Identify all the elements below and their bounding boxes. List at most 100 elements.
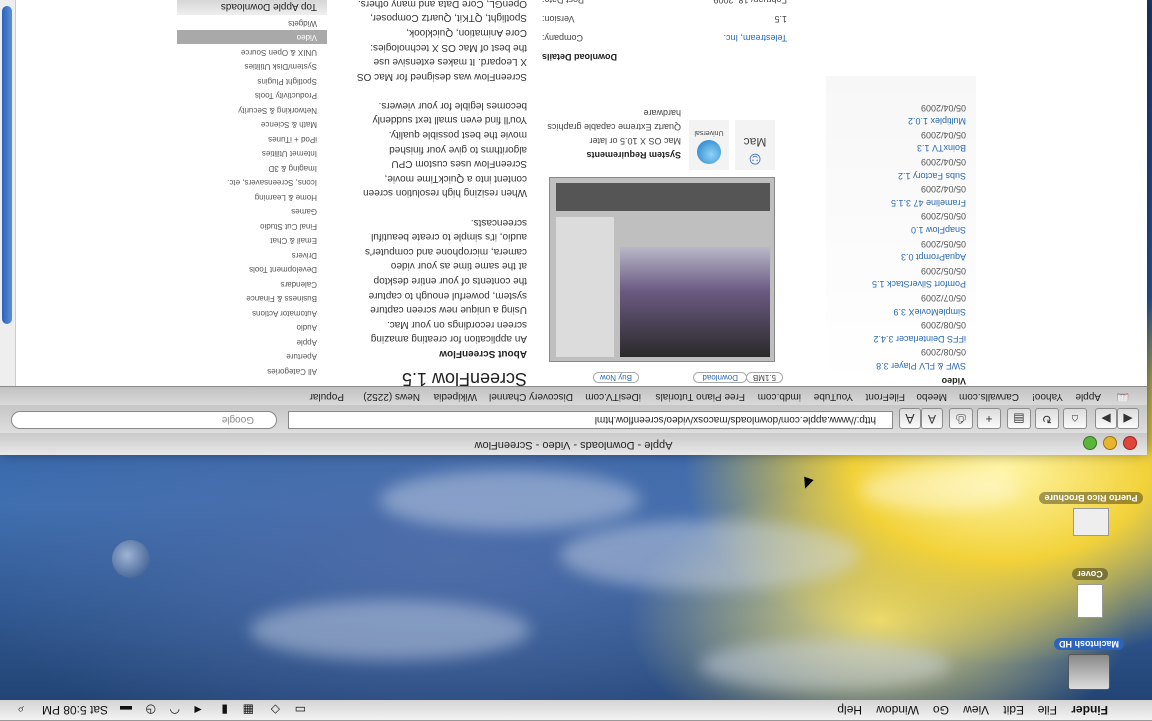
category-item[interactable]: Apple xyxy=(177,335,327,350)
menu-item[interactable]: File xyxy=(1038,703,1057,717)
category-item[interactable]: Aperture xyxy=(177,349,327,364)
news-title[interactable]: SimpleMovieX 3.9 xyxy=(826,304,966,318)
download-button[interactable]: Download xyxy=(693,372,747,383)
wifi-icon[interactable]: ◠ xyxy=(170,703,180,717)
bookmark-item[interactable]: Apple xyxy=(1075,391,1101,402)
news-title[interactable]: Multiplex 1.0.2 xyxy=(826,114,966,128)
category-item[interactable]: iPod + iTunes xyxy=(177,132,327,147)
bookmark-item[interactable]: Popular xyxy=(310,391,344,402)
volume-icon[interactable]: ◄ xyxy=(192,703,204,717)
news-title[interactable]: SnapFlow 1.0 xyxy=(826,222,966,236)
forward-button[interactable]: ▶ xyxy=(1095,408,1117,429)
bookmark-item[interactable]: imdb.com xyxy=(758,391,801,402)
category-item[interactable]: Development Tools xyxy=(177,262,327,277)
back-button[interactable]: ◀ xyxy=(1117,408,1139,429)
screenshot-icon[interactable]: ▤ xyxy=(1007,408,1031,429)
category-item[interactable]: Email & Chat xyxy=(177,233,327,248)
vertical-scrollbar[interactable] xyxy=(0,0,16,386)
spotlight-icon[interactable]: ⌕ xyxy=(17,702,24,717)
spaces-icon[interactable]: ▦ xyxy=(243,703,254,717)
menu-item[interactable]: Window xyxy=(876,703,919,717)
bookmark-item[interactable]: Discovery Channel xyxy=(489,391,573,402)
bookmark-item[interactable]: Free Piano Tutorials xyxy=(656,391,746,402)
category-item[interactable]: All Categories xyxy=(177,364,327,379)
news-title[interactable]: SWF & FLV Player 3.8 xyxy=(826,358,966,372)
menu-item[interactable]: Edit xyxy=(1003,703,1024,717)
bookmark-item[interactable]: Wikipedia xyxy=(434,391,477,402)
news-date: 05/04/2009 xyxy=(920,102,966,113)
category-item[interactable]: Games xyxy=(177,204,327,219)
scrollbar-thumb[interactable] xyxy=(2,6,12,324)
print-button[interactable]: ⎙ xyxy=(949,408,973,429)
universal-badge: Universal xyxy=(689,120,729,170)
menu-item[interactable]: Help xyxy=(837,703,862,717)
category-item[interactable]: Icons, Screensavers, etc. xyxy=(177,175,327,190)
desc-line: content into a QuickTime movie, xyxy=(384,172,527,184)
home-button[interactable]: ⌂ xyxy=(1063,408,1087,429)
cover-file-icon[interactable]: Cover xyxy=(1060,568,1120,618)
bookmark-item[interactable]: Meebo xyxy=(916,391,947,402)
planet-image xyxy=(112,540,150,578)
buy-now-button[interactable]: Buy Now xyxy=(592,372,639,383)
category-item[interactable]: Widgets xyxy=(177,16,327,31)
category-item[interactable]: Productivity Tools xyxy=(177,88,327,103)
battery-icon[interactable]: ▮ xyxy=(221,703,228,717)
search-field[interactable]: Google xyxy=(11,411,277,429)
category-item[interactable]: Imaging & 3D xyxy=(177,161,327,176)
news-title[interactable]: Frameline 47 3.1.5 xyxy=(826,195,966,209)
desktop-icon-label: Macintosh HD xyxy=(1054,638,1125,650)
add-bookmark-button[interactable]: + xyxy=(977,408,1001,429)
news-title[interactable]: AquaPrompt 0.3 xyxy=(826,250,966,264)
news-title[interactable]: iFFS Deinterlacer 3.4.2 xyxy=(826,331,966,345)
camera-icon[interactable]: ▭ xyxy=(295,703,306,717)
reload-button[interactable]: ↻ xyxy=(1035,408,1059,429)
category-item[interactable]: UNIX & Open Source xyxy=(177,45,327,60)
menu-clock[interactable]: Sat 5:08 PM xyxy=(42,703,108,717)
details-row: Telestream, Inc. Company: xyxy=(542,28,787,47)
bookmark-item[interactable]: iDesiTV.com xyxy=(585,391,641,402)
category-item[interactable]: Home & Learning xyxy=(177,190,327,205)
time-machine-icon[interactable]: ◷ xyxy=(146,703,156,717)
dropbox-icon[interactable]: ◇ xyxy=(271,703,280,717)
screenshot-timeline xyxy=(556,183,770,211)
category-item[interactable]: System/Disk Utilities xyxy=(177,59,327,74)
text-smaller-button[interactable]: A xyxy=(921,408,943,429)
details-value[interactable]: Telestream, Inc. xyxy=(723,28,787,47)
category-item[interactable]: Math & Science xyxy=(177,117,327,132)
category-item[interactable]: Internet Utilities xyxy=(177,146,327,161)
us-flag-icon[interactable]: ▬ xyxy=(120,703,132,717)
bookmark-item[interactable]: News (2252) xyxy=(363,391,420,402)
news-title[interactable]: Subs Factory 1.2 xyxy=(826,168,966,182)
mac-badge-label: Mac xyxy=(743,135,767,149)
menu-item[interactable]: Go xyxy=(933,703,949,717)
news-title[interactable]: BoinxTV 1.3 xyxy=(826,141,966,155)
product-screenshot xyxy=(549,177,775,362)
macintosh-hd-icon[interactable]: Macintosh HD xyxy=(1046,638,1132,690)
window-titlebar[interactable]: Apple - Downloads - Video - ScreenFlow xyxy=(0,432,1147,455)
category-item[interactable]: Audio xyxy=(177,320,327,335)
bookmark-item[interactable]: FileFront xyxy=(866,391,905,402)
text-bigger-button[interactable]: A xyxy=(899,408,921,429)
category-item[interactable]: Networking & Security xyxy=(177,103,327,118)
desc-line: the best of Mac OS X technologies: xyxy=(370,41,527,53)
category-item[interactable]: Final Cut Studio xyxy=(177,219,327,234)
category-item[interactable]: Spotlight Plugins xyxy=(177,74,327,89)
category-item[interactable]: Business & Finance xyxy=(177,291,327,306)
desc-line xyxy=(347,83,527,98)
category-item[interactable]: Drivers xyxy=(177,248,327,263)
bookmarks-book-icon[interactable]: 📖 xyxy=(1117,391,1129,402)
news-date: 05/04/2009 xyxy=(920,184,966,195)
address-field[interactable]: http://www.apple.com/downloads/macosx/vi… xyxy=(288,411,893,429)
desc-line: camera, microphone and computer's xyxy=(365,245,527,257)
category-item-selected[interactable]: Video xyxy=(177,30,327,45)
menu-item[interactable]: View xyxy=(963,703,989,717)
category-item[interactable]: Calendars xyxy=(177,277,327,292)
news-title[interactable]: Pomfort SilverStack 1.5 xyxy=(826,277,966,291)
category-item[interactable]: Automator Actions xyxy=(177,306,327,321)
brochure-file-icon[interactable]: Puerto Rico Brochure xyxy=(1036,492,1146,536)
bookmark-item[interactable]: Yahoo! xyxy=(1032,391,1063,402)
news-date: 05/04/2009 xyxy=(920,129,966,140)
menu-app-name[interactable]: Finder xyxy=(1071,703,1108,717)
bookmark-item[interactable]: YouTube xyxy=(814,391,853,402)
bookmark-item[interactable]: Carwalls.com xyxy=(959,391,1019,402)
